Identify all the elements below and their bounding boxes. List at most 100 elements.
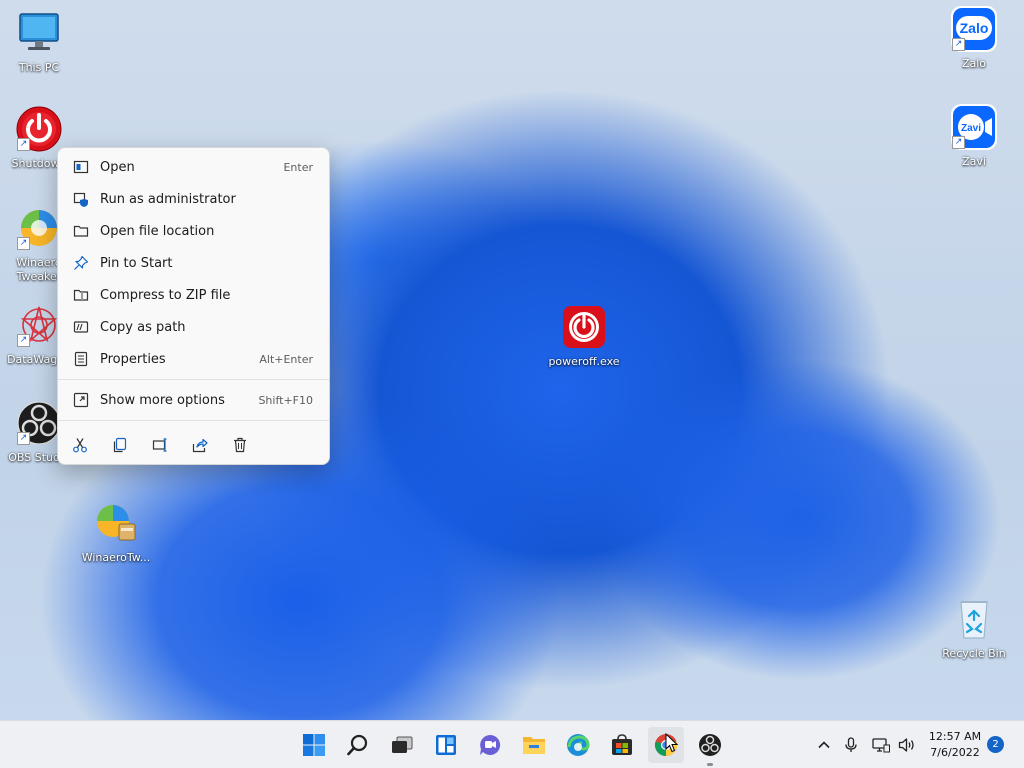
notification-badge[interactable]: 2 [987,736,1004,753]
menu-item-open[interactable]: Open Enter [64,153,323,181]
winaero-installer-icon [93,500,139,546]
desktop-icon-label: poweroff.exe [548,355,620,368]
share-button[interactable] [186,431,214,459]
open-icon [72,158,90,176]
desktop-icon-recycle-bin[interactable]: Recycle Bin [936,596,1012,661]
menu-item-label: Show more options [100,392,225,408]
rename-icon [152,438,167,452]
properties-icon [72,350,90,368]
menu-item-show-more-options[interactable]: Show more options Shift+F10 [64,386,323,414]
clock[interactable]: 12:57 AM 7/6/2022 [924,729,986,761]
running-indicator [707,763,713,766]
desktop-icon-label: Recycle Bin [942,647,1006,660]
menu-item-compress-to-zip[interactable]: Compress to ZIP file [64,281,323,309]
copy-icon [113,437,127,453]
rename-button[interactable] [146,431,174,459]
zalo-badge-text: Zalo [960,20,989,36]
desktop-icon-label: This PC [18,61,60,74]
menu-item-label: Open file location [100,223,215,239]
file-explorer-icon [523,737,545,754]
task-view-icon [392,736,413,753]
desktop-icon-winaero-installer[interactable]: WinaeroTw... [78,500,154,565]
shortcut-arrow-icon: ↗ [952,38,965,51]
speaker-icon [898,738,914,752]
zalo-icon: Zalo ↗ [951,6,997,52]
desktop-icon-label: Zalo [961,57,987,70]
microphone-button[interactable] [839,733,863,757]
zip-icon [72,286,90,304]
cut-icon [73,438,87,453]
menu-item-label: Pin to Start [100,255,173,271]
power-icon [561,304,607,350]
menu-item-label: Compress to ZIP file [100,287,231,303]
recycle-bin-icon [951,596,997,642]
obs-icon: ↗ [16,400,62,446]
menu-item-properties[interactable]: Properties Alt+Enter [64,345,323,373]
taskbar: 12:57 AM 7/6/2022 2 [0,720,1024,768]
chevron-up-icon [818,741,830,749]
volume-button[interactable] [895,733,919,757]
menu-item-label: Properties [100,351,166,367]
edge-icon [567,734,590,756]
start-button[interactable] [296,727,332,763]
menu-item-label: Run as administrator [100,191,236,207]
mouse-cursor-icon [665,733,679,753]
desktop-icon-this-pc[interactable]: This PC [1,10,77,75]
widgets-button[interactable] [428,727,464,763]
menu-separator [58,420,329,421]
microphone-icon [845,737,857,752]
menu-item-shortcut: Shift+F10 [258,393,313,407]
desktop-icon-poweroff-exe[interactable]: poweroff.exe [546,304,622,369]
shield-icon [72,190,90,208]
menu-separator [58,379,329,380]
shortcut-arrow-icon: ↗ [17,334,30,347]
menu-item-shortcut: Alt+Enter [259,352,313,366]
clock-date: 7/6/2022 [930,746,980,759]
menu-item-pin-to-start[interactable]: Pin to Start [64,249,323,277]
menu-item-run-as-administrator[interactable]: Run as administrator [64,185,323,213]
edge-button[interactable] [560,727,596,763]
zavi-badge-text: Zavi [961,123,981,134]
obs-icon [699,734,721,756]
copy-path-icon [72,318,90,336]
power-icon: ↗ [16,106,62,152]
datawagon-icon: ↗ [16,302,62,348]
task-view-button[interactable] [384,727,420,763]
search-icon [347,734,368,756]
menu-item-open-file-location[interactable]: Open file location [64,217,323,245]
network-icon [872,738,890,753]
delete-button[interactable] [226,431,254,459]
shortcut-arrow-icon: ↗ [952,136,965,149]
store-icon [612,734,632,755]
copy-button[interactable] [106,431,134,459]
desktop-icon-label: WinaeroTw... [81,551,151,564]
zavi-icon: Zavi ↗ [951,104,997,150]
obs-taskbar-button[interactable] [692,727,728,763]
menu-item-copy-as-path[interactable]: Copy as path [64,313,323,341]
start-icon [303,734,325,756]
pin-icon [72,254,90,272]
shortcut-arrow-icon: ↗ [17,138,30,151]
menu-item-label: Copy as path [100,319,186,335]
share-icon [192,438,208,453]
desktop-icon-zavi[interactable]: Zavi ↗ Zavi [936,104,1012,169]
show-more-icon [72,391,90,409]
folder-icon [72,222,90,240]
show-hidden-icons-button[interactable] [812,733,836,757]
widgets-icon [436,735,456,755]
chat-icon [480,734,501,755]
context-menu: Open Enter Run as administrator Open fil… [57,147,330,465]
desktop-icon-zalo[interactable]: Zalo ↗ Zalo [936,6,1012,71]
winaero-tweaker-icon: ↗ [16,205,62,251]
shortcut-arrow-icon: ↗ [17,432,30,445]
delete-icon [234,437,246,453]
cut-button[interactable] [66,431,94,459]
chat-button[interactable] [472,727,508,763]
search-button[interactable] [340,727,376,763]
file-explorer-button[interactable] [516,727,552,763]
network-button[interactable] [869,733,893,757]
menu-item-shortcut: Enter [283,160,313,174]
store-button[interactable] [604,727,640,763]
clock-time: 12:57 AM [928,730,982,743]
menu-item-label: Open [100,159,135,175]
